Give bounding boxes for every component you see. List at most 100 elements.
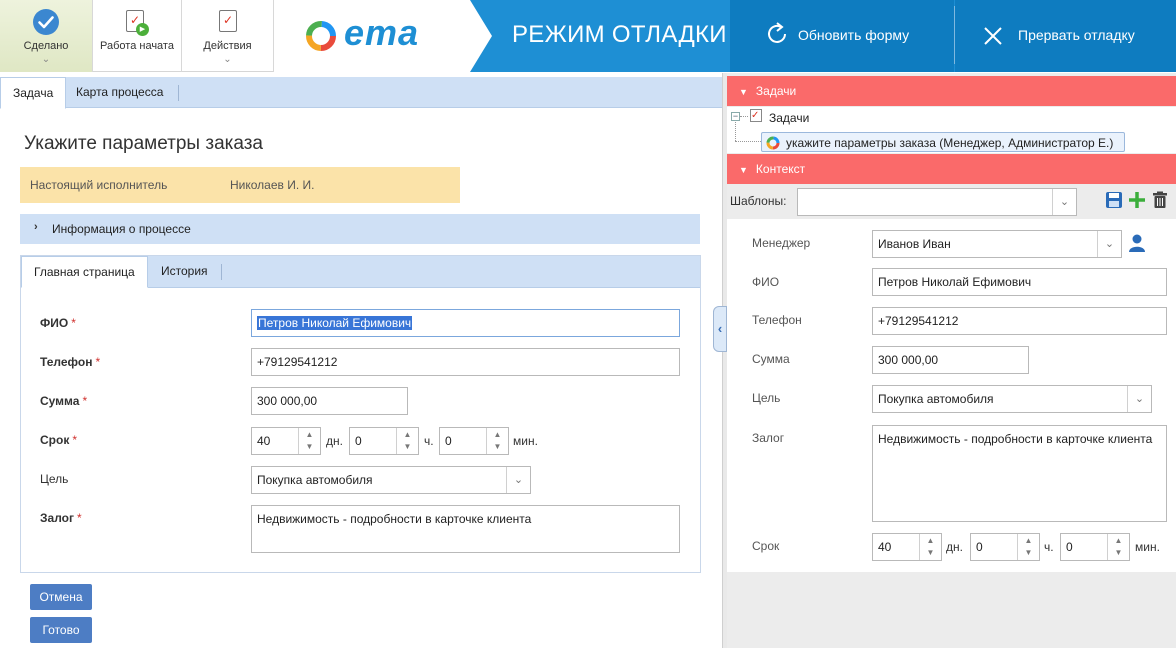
stop-debug-label: Прервать отладку	[1018, 27, 1135, 43]
executor-label: Настоящий исполнитель	[30, 178, 168, 192]
term-minutes-input[interactable]: 0 ▲ ▼	[1060, 533, 1130, 561]
fio-label: ФИО *	[40, 316, 76, 330]
tree-line	[735, 122, 736, 141]
tab-divider	[221, 264, 222, 280]
chevron-right-icon: ›	[34, 221, 38, 233]
collapse-chevron-left-icon[interactable]: ‹	[713, 306, 727, 352]
context-header[interactable]: ▼ Контекст	[727, 154, 1176, 184]
work-started-button[interactable]: ✓ ▶ Работа начата	[93, 0, 182, 72]
term-minutes-input[interactable]: 0 ▲ ▼	[439, 427, 509, 455]
tab-divider	[178, 85, 179, 101]
close-icon	[984, 27, 1002, 45]
done-label: Сделано	[23, 40, 69, 52]
spinner-icon[interactable]: ▲ ▼	[1107, 534, 1129, 560]
tree-child-label: укажите параметры заказа (Менеджер, Адми…	[786, 136, 1114, 150]
tree-child-item[interactable]: укажите параметры заказа (Менеджер, Адми…	[761, 132, 1125, 152]
tab-process-map[interactable]: Карта процесса	[64, 77, 175, 108]
check-circle-icon	[33, 9, 59, 35]
debug-mode-title: РЕЖИМ ОТЛАДКИ	[512, 21, 727, 48]
chevron-down-icon[interactable]: ⌄	[0, 54, 92, 65]
spinner-icon[interactable]: ▲ ▼	[396, 428, 418, 454]
form-tabs: Главная страница История	[21, 256, 700, 288]
refresh-form-label: Обновить форму	[798, 27, 910, 43]
actions-button[interactable]: ✓ Действия ⌄	[182, 0, 274, 72]
tab-history[interactable]: История	[149, 256, 220, 287]
document-check-icon: ✓	[219, 10, 237, 32]
sum-input[interactable]: 300 000,00	[251, 387, 408, 415]
tree-line	[735, 141, 761, 142]
task-panel: Задача Карта процесса Укажите параметры …	[0, 73, 722, 648]
phone-input[interactable]: +79129541212	[872, 307, 1167, 335]
manager-select[interactable]: Иванов Иван ⌄	[872, 230, 1122, 258]
trash-icon[interactable]	[1151, 191, 1169, 209]
work-started-label: Работа начата	[100, 40, 174, 52]
process-info-toggle[interactable]: › Информация о процессе	[20, 214, 700, 244]
chevron-down-icon[interactable]: ⌄	[1097, 231, 1121, 257]
tree-line	[740, 116, 748, 117]
term-days-unit: дн.	[326, 434, 343, 448]
chevron-down-icon[interactable]: ⌄	[182, 54, 273, 65]
tree-root-label[interactable]: Задачи	[769, 111, 809, 125]
spinner-icon[interactable]: ▲ ▼	[298, 428, 320, 454]
tasks-header[interactable]: ▼ Задачи	[727, 76, 1176, 106]
fio-input[interactable]: Петров Николай Ефимович	[251, 309, 680, 337]
pledge-label: Залог	[752, 431, 785, 445]
ema-task-icon	[766, 136, 780, 150]
add-icon[interactable]	[1128, 191, 1146, 209]
tree-collapse-icon[interactable]: −	[731, 112, 740, 121]
done-button[interactable]: Сделано ⌄	[0, 0, 93, 72]
stop-debug-button[interactable]: Прервать отладку	[955, 0, 1176, 72]
term-hours-input[interactable]: 0 ▲ ▼	[349, 427, 419, 455]
fio-label: ФИО	[752, 275, 780, 289]
page-title: Укажите параметры заказа	[24, 133, 264, 154]
term-days-input[interactable]: 40 ▲ ▼	[872, 533, 942, 561]
term-label: Срок	[752, 539, 780, 553]
term-days-unit: дн.	[946, 540, 963, 554]
sum-input[interactable]: 300 000,00	[872, 346, 1029, 374]
term-minutes-unit: мин.	[513, 434, 538, 448]
manager-label: Менеджер	[752, 236, 811, 250]
save-icon[interactable]	[1105, 191, 1123, 209]
fio-input[interactable]: Петров Николай Ефимович	[872, 268, 1167, 296]
task-tree: − ✓ Задачи укажите параметры заказа (Мен…	[727, 107, 1176, 153]
chevron-down-icon[interactable]: ⌄	[1127, 386, 1151, 412]
templates-select[interactable]: ⌄	[797, 188, 1077, 216]
term-minutes-unit: мин.	[1135, 540, 1160, 554]
pledge-textarea[interactable]: Недвижимость - подробности в карточке кл…	[251, 505, 680, 553]
goal-label: Цель	[752, 391, 781, 405]
tab-task[interactable]: Задача	[0, 77, 67, 109]
executor-box: Настоящий исполнитель Николаев И. И.	[20, 167, 460, 203]
sum-label: Сумма *	[40, 394, 88, 408]
executor-value: Николаев И. И.	[230, 178, 315, 192]
ema-logo-icon	[306, 21, 336, 51]
spinner-icon[interactable]: ▲ ▼	[1017, 534, 1039, 560]
term-hours-unit: ч.	[424, 434, 434, 448]
goal-select[interactable]: Покупка автомобиля ⌄	[872, 385, 1152, 413]
process-info-label: Информация о процессе	[52, 222, 191, 236]
chevron-down-icon[interactable]: ⌄	[1052, 189, 1076, 215]
goal-label: Цель	[40, 472, 69, 486]
goal-select[interactable]: Покупка автомобиля ⌄	[251, 466, 531, 494]
spinner-icon[interactable]: ▲ ▼	[919, 534, 941, 560]
pledge-textarea[interactable]: Недвижимость - подробности в карточке кл…	[872, 425, 1167, 522]
spinner-icon[interactable]: ▲ ▼	[486, 428, 508, 454]
chevron-down-icon[interactable]: ⌄	[506, 467, 530, 493]
refresh-form-button[interactable]: Обновить форму	[730, 0, 954, 72]
user-icon[interactable]	[1128, 233, 1146, 253]
task-check-icon: ✓	[750, 109, 762, 122]
tab-main-page[interactable]: Главная страница	[21, 256, 148, 288]
document-play-icon: ✓ ▶	[126, 10, 149, 36]
pledge-label: Залог *	[40, 511, 82, 525]
ready-button[interactable]: Готово	[30, 617, 92, 643]
templates-label: Шаблоны:	[730, 194, 787, 208]
term-hours-unit: ч.	[1044, 540, 1054, 554]
term-days-input[interactable]: 40 ▲ ▼	[251, 427, 321, 455]
phone-input[interactable]: +79129541212	[251, 348, 680, 376]
toolbar: Сделано ⌄ ✓ ▶ Работа начата ✓ Действия ⌄…	[0, 0, 1176, 72]
term-hours-input[interactable]: 0 ▲ ▼	[970, 533, 1040, 561]
banner-arrow	[470, 0, 492, 72]
logo: ema	[274, 0, 470, 72]
cancel-button[interactable]: Отмена	[30, 584, 92, 610]
chevron-down-icon: ▼	[739, 165, 748, 175]
phone-label: Телефон	[752, 313, 802, 327]
